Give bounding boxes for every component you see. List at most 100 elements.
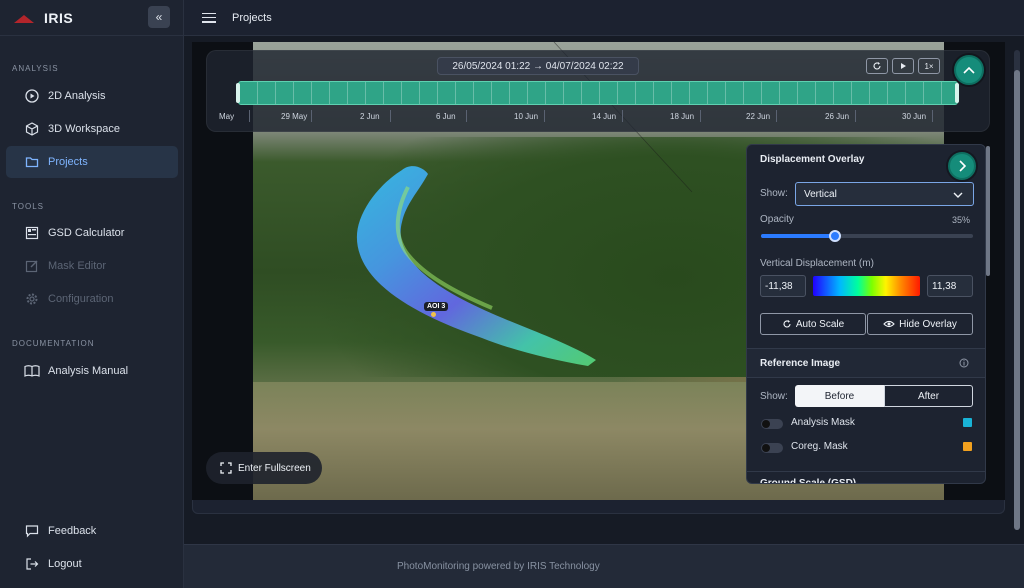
sidebar-item-label: Analysis Manual [48, 365, 129, 377]
timeline-date-label: 10 Jun [514, 112, 539, 121]
reference-image-title: Reference Image [747, 349, 985, 377]
chat-icon [24, 523, 40, 539]
fullscreen-label: Enter Fullscreen [238, 462, 311, 474]
opacity-slider-fill [761, 234, 836, 238]
timeline-end-handle[interactable] [955, 83, 959, 103]
analysis-mask-label: Analysis Mask [791, 417, 855, 428]
refresh-icon [873, 62, 881, 70]
sidebar-item-3d-workspace[interactable]: 3D Workspace [6, 113, 178, 145]
folder-icon [24, 154, 40, 170]
timeline-date-label: 30 Jun [902, 112, 927, 121]
timeline-axis-tick [700, 110, 701, 122]
timeline-axis-tick [466, 110, 467, 122]
auto-scale-button[interactable]: Auto Scale [760, 313, 866, 335]
displacement-min-input[interactable]: -11,38 [760, 275, 806, 297]
opacity-slider-thumb[interactable] [829, 230, 842, 242]
hamburger-menu-icon[interactable] [202, 12, 216, 23]
analysis-mask-toggle[interactable] [761, 419, 783, 429]
before-toggle[interactable]: Before [795, 385, 884, 407]
sidebar-item-configuration[interactable]: Configuration [6, 283, 178, 315]
timeline-date-label: 22 Jun [746, 112, 771, 121]
coreg-mask-swatch [963, 442, 972, 451]
app-name: IRIS [44, 9, 74, 26]
timeline-start-handle[interactable] [236, 83, 240, 103]
sidebar-item-2d-analysis[interactable]: 2D Analysis [6, 80, 178, 112]
timeline-frame-tick [779, 82, 780, 104]
viewer-bottom-bar [192, 500, 1005, 514]
playback-speed-button[interactable]: 1× [918, 58, 940, 74]
timeline-frame-tick [473, 82, 474, 104]
section-title-analysis: ANALYSIS [12, 64, 59, 73]
footer: PhotoMonitoring powered by IRIS Technolo… [184, 544, 1024, 588]
timeline-date-label: 6 Jun [436, 112, 456, 121]
after-toggle[interactable]: After [884, 385, 973, 407]
chevron-right-icon [959, 160, 966, 172]
sidebar: IRIS « ANALYSIS 2D Analysis 3D Workspace… [0, 0, 184, 588]
calculator-grid-icon [24, 225, 40, 241]
sidebar-item-projects[interactable]: Projects [6, 146, 178, 178]
timeline-axis-tick [390, 110, 391, 122]
opacity-label: Opacity [760, 214, 794, 225]
play-button[interactable] [892, 58, 914, 74]
book-icon [24, 363, 40, 379]
enter-fullscreen-button[interactable]: Enter Fullscreen [206, 452, 322, 484]
timeline-axis-tick [622, 110, 623, 122]
play-circle-icon [24, 88, 40, 104]
sidebar-item-mask-editor[interactable]: Mask Editor [6, 250, 178, 282]
cube-icon [24, 121, 40, 137]
coreg-mask-label: Coreg. Mask [791, 441, 848, 452]
vertical-displacement-label: Vertical Displacement (m) [760, 258, 874, 269]
auto-scale-label: Auto Scale [795, 318, 845, 330]
ground-scale-title: Ground Scale (GSD) [760, 477, 857, 484]
timeline-frame-tick [257, 82, 258, 104]
timeline-frame-tick [311, 82, 312, 104]
displacement-max-input[interactable]: 11,38 [927, 275, 973, 297]
timeline-frame-tick [689, 82, 690, 104]
timeline-frame-tick [869, 82, 870, 104]
sidebar-item-label: Mask Editor [48, 260, 107, 272]
timeline-date-label: 14 Jun [592, 112, 617, 121]
sidebar-item-logout[interactable]: Logout [6, 548, 178, 580]
timeline-frame-tick [329, 82, 330, 104]
timeline-axis-tick [311, 110, 312, 122]
aoi-label[interactable]: AOI 3 [424, 302, 449, 311]
main-scrollbar-thumb[interactable] [1014, 70, 1020, 530]
opacity-value: 35% [952, 215, 971, 225]
hide-overlay-button[interactable]: Hide Overlay [867, 313, 973, 335]
coreg-mask-toggle[interactable] [761, 443, 783, 453]
timeline-frame-tick [599, 82, 600, 104]
timeline-frame-tick [347, 82, 348, 104]
timeline-frame-tick [887, 82, 888, 104]
collapse-timeline-button[interactable] [954, 55, 984, 85]
eye-icon [883, 320, 895, 328]
panel-scrollbar[interactable] [986, 146, 990, 276]
timeline-date-label: 2 Jun [360, 112, 380, 121]
timeline-frame-tick [455, 82, 456, 104]
chevron-down-icon [953, 192, 963, 198]
timeline-frame-tick [617, 82, 618, 104]
timeline-track[interactable] [238, 81, 958, 105]
displacement-colorbar [813, 276, 920, 296]
timeline-axis-tick [544, 110, 545, 122]
collapse-panel-button[interactable] [948, 152, 976, 180]
sidebar-item-gsd-calculator[interactable]: GSD Calculator [6, 217, 178, 249]
info-icon[interactable] [959, 358, 969, 368]
aoi-marker[interactable] [431, 312, 436, 317]
timeline-frame-tick [923, 82, 924, 104]
displacement-overlay-panel: Displacement Overlay Show: Vertical Opac… [746, 144, 986, 484]
sidebar-item-analysis-manual[interactable]: Analysis Manual [6, 355, 178, 387]
sidebar-item-feedback[interactable]: Feedback [6, 515, 178, 547]
page-title: Projects [232, 11, 272, 24]
refresh-icon [783, 320, 791, 328]
date-range-chip: 26/05/2024 01:22 → 04/07/2024 02:22 [437, 57, 639, 75]
timeline-axis-tick [932, 110, 933, 122]
collapse-sidebar-button[interactable]: « [148, 6, 170, 28]
sidebar-item-label: 3D Workspace [48, 123, 120, 135]
timeline-frame-tick [581, 82, 582, 104]
reset-button[interactable] [866, 58, 888, 74]
overlay-show-select[interactable]: Vertical [795, 182, 974, 206]
timeline-frame-tick [743, 82, 744, 104]
timeline-date-label: May [219, 112, 235, 121]
timeline-axis-tick [776, 110, 777, 122]
aoi-3-region[interactable] [356, 166, 596, 366]
